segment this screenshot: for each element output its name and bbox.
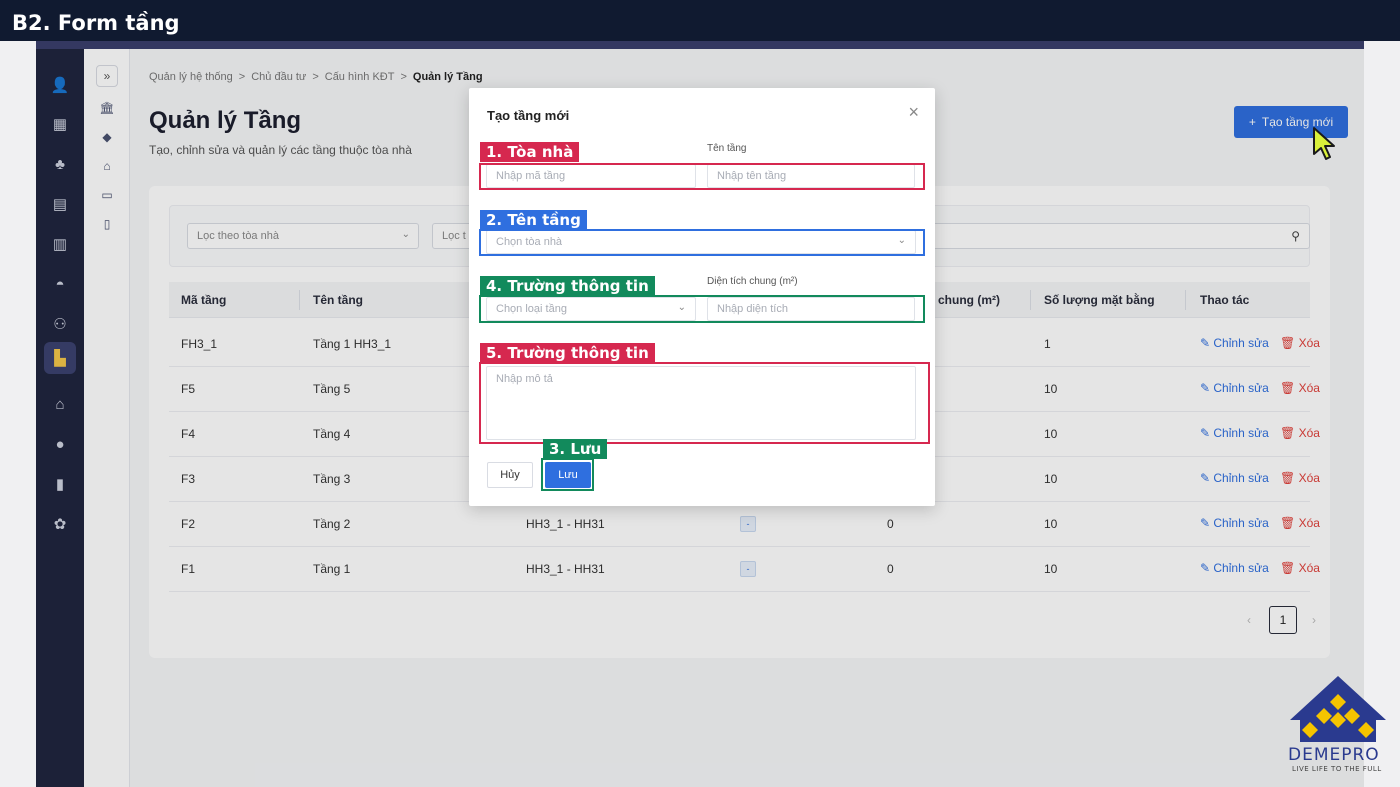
floor-name-label: Tên tầng (707, 143, 747, 154)
brand-tagline: LIVE LIFE TO THE FULL (1292, 765, 1382, 773)
mouse-cursor-icon (1313, 127, 1335, 160)
highlight-building (479, 163, 925, 190)
annotation-3: 3. Lưu (543, 439, 608, 459)
annotation-4: 4. Trường thông tin (480, 276, 655, 296)
annotation-2: 2. Tên tầng (480, 210, 587, 230)
highlight-description (479, 362, 930, 444)
area-label: Diện tích chung (m²) (707, 276, 798, 287)
highlight-floor-name (479, 229, 925, 256)
brand-name: DEMEPRO (1288, 745, 1380, 765)
close-icon[interactable]: × (908, 102, 919, 123)
highlight-info-field (479, 295, 925, 323)
cancel-button[interactable]: Hủy (487, 462, 533, 488)
banner-title: B2. Form tầng (12, 11, 180, 35)
left-margin (0, 41, 36, 787)
annotation-5: 5. Trường thông tin (480, 343, 655, 363)
tutorial-banner: B2. Form tầng (0, 0, 1400, 41)
modal-title: Tạo tầng mới (487, 108, 570, 123)
highlight-save (541, 458, 594, 491)
annotation-1: 1. Tòa nhà (480, 142, 580, 162)
